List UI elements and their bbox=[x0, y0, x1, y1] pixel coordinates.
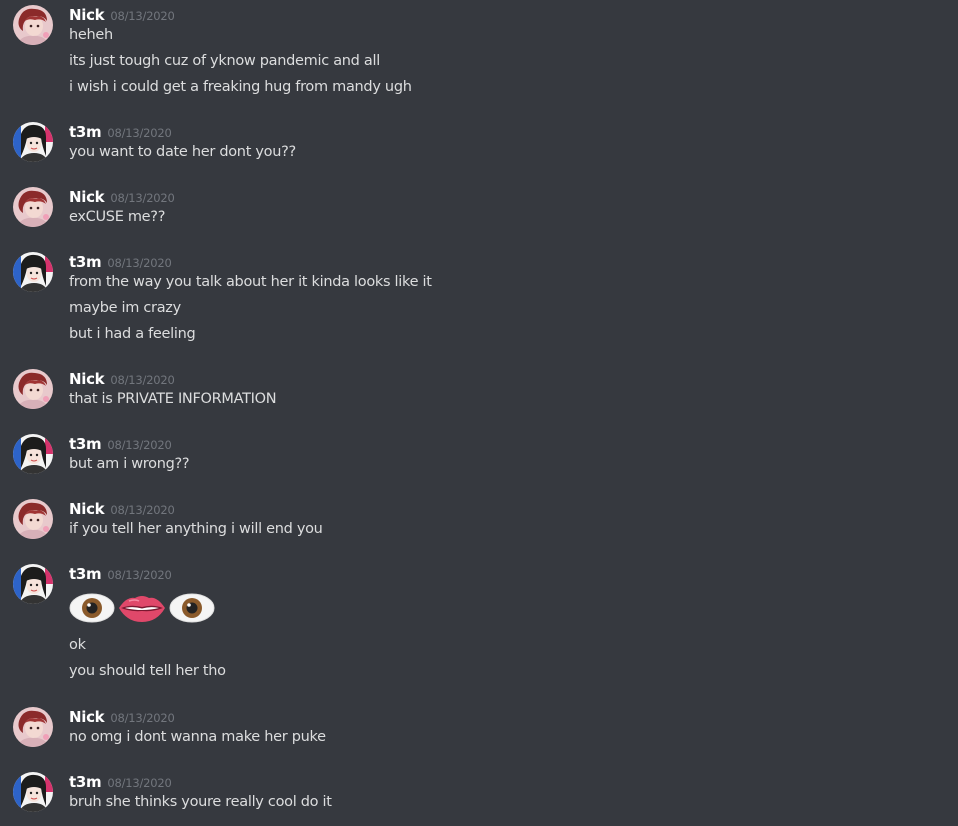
message-group: Nick 08/13/2020 if you tell her anything … bbox=[0, 499, 958, 544]
avatar-t3m[interactable] bbox=[13, 252, 53, 292]
message-group: t3m 08/13/2020 bruh she thinks youre real… bbox=[0, 772, 958, 817]
message-text: that is PRIVATE INFORMATION bbox=[69, 391, 277, 407]
message-header: Nick 08/13/2020 bbox=[69, 369, 175, 389]
message-group: t3m 08/13/2020 but am i wrong?? bbox=[0, 434, 958, 479]
message-header: Nick 08/13/2020 bbox=[69, 187, 175, 207]
avatar-nick[interactable] bbox=[13, 5, 53, 45]
timestamp: 08/13/2020 bbox=[110, 503, 175, 517]
message-group: Nick 08/13/2020 heheh its just tough cuz … bbox=[0, 5, 958, 100]
message-text: heheh bbox=[69, 27, 113, 43]
message-group: Nick 08/13/2020 exCUSE me?? bbox=[0, 187, 958, 232]
timestamp: 08/13/2020 bbox=[107, 568, 172, 582]
message-header: t3m 08/13/2020 bbox=[69, 564, 172, 584]
message-text: but am i wrong?? bbox=[69, 456, 190, 472]
chat-messages: Nick 08/13/2020 heheh its just tough cuz … bbox=[0, 0, 958, 826]
username[interactable]: Nick bbox=[69, 370, 105, 388]
message-text: ok bbox=[69, 637, 86, 653]
username[interactable]: Nick bbox=[69, 500, 105, 518]
message-group: t3m 08/13/2020 you want to date her dont … bbox=[0, 122, 958, 167]
jumbo-emoji-row bbox=[69, 590, 215, 626]
message-group: Nick 08/13/2020 that is PRIVATE INFORMATI… bbox=[0, 369, 958, 414]
timestamp: 08/13/2020 bbox=[110, 711, 175, 725]
username[interactable]: t3m bbox=[69, 253, 102, 271]
message-group: t3m 08/13/2020 from the way you talk abou… bbox=[0, 252, 958, 347]
message-text: maybe im crazy bbox=[69, 300, 181, 316]
username[interactable]: t3m bbox=[69, 435, 102, 453]
message-header: t3m 08/13/2020 bbox=[69, 252, 172, 272]
username[interactable]: Nick bbox=[69, 708, 105, 726]
timestamp: 08/13/2020 bbox=[110, 191, 175, 205]
timestamp: 08/13/2020 bbox=[107, 126, 172, 140]
message-text: you should tell her tho bbox=[69, 663, 226, 679]
message-header: Nick 08/13/2020 bbox=[69, 5, 175, 25]
message-text: bruh she thinks youre really cool do it bbox=[69, 794, 332, 810]
message-header: t3m 08/13/2020 bbox=[69, 772, 172, 792]
message-group: t3m 08/13/2020 ok you should tell her tho bbox=[0, 564, 958, 684]
message-text: but i had a feeling bbox=[69, 326, 196, 342]
username[interactable]: t3m bbox=[69, 123, 102, 141]
eye-emoji[interactable] bbox=[169, 590, 215, 626]
avatar-nick[interactable] bbox=[13, 187, 53, 227]
message-text: you want to date her dont you?? bbox=[69, 144, 296, 160]
username[interactable]: t3m bbox=[69, 565, 102, 583]
avatar-t3m[interactable] bbox=[13, 122, 53, 162]
eye-emoji[interactable] bbox=[69, 590, 115, 626]
message-header: Nick 08/13/2020 bbox=[69, 499, 175, 519]
avatar-nick[interactable] bbox=[13, 707, 53, 747]
message-text: exCUSE me?? bbox=[69, 209, 166, 225]
username[interactable]: t3m bbox=[69, 773, 102, 791]
avatar-t3m[interactable] bbox=[13, 434, 53, 474]
timestamp: 08/13/2020 bbox=[107, 776, 172, 790]
message-header: Nick 08/13/2020 bbox=[69, 707, 175, 727]
avatar-nick[interactable] bbox=[13, 369, 53, 409]
timestamp: 08/13/2020 bbox=[110, 373, 175, 387]
message-text: if you tell her anything i will end you bbox=[69, 521, 323, 537]
message-text: i wish i could get a freaking hug from m… bbox=[69, 79, 412, 95]
message-text: from the way you talk about her it kinda… bbox=[69, 274, 432, 290]
username[interactable]: Nick bbox=[69, 6, 105, 24]
message-group: Nick 08/13/2020 no omg i dont wanna make … bbox=[0, 707, 958, 752]
message-header: t3m 08/13/2020 bbox=[69, 434, 172, 454]
username[interactable]: Nick bbox=[69, 188, 105, 206]
message-text: no omg i dont wanna make her puke bbox=[69, 729, 326, 745]
lips-emoji[interactable] bbox=[117, 590, 167, 626]
message-header: t3m 08/13/2020 bbox=[69, 122, 172, 142]
avatar-nick[interactable] bbox=[13, 499, 53, 539]
message-text: its just tough cuz of yknow pandemic and… bbox=[69, 53, 380, 69]
avatar-t3m[interactable] bbox=[13, 564, 53, 604]
timestamp: 08/13/2020 bbox=[107, 438, 172, 452]
timestamp: 08/13/2020 bbox=[107, 256, 172, 270]
avatar-t3m[interactable] bbox=[13, 772, 53, 812]
timestamp: 08/13/2020 bbox=[110, 9, 175, 23]
